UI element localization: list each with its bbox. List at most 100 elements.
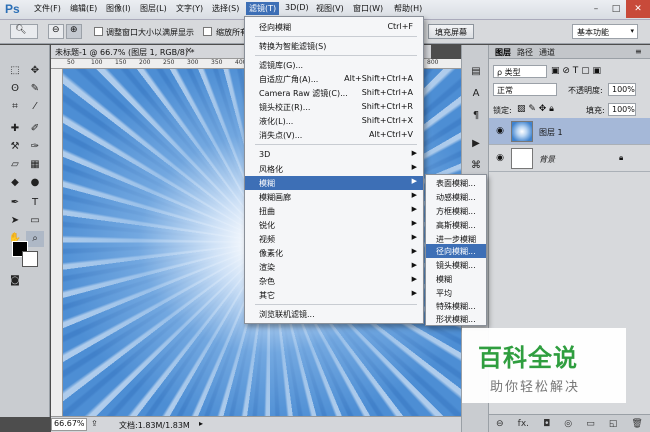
actions-play-icon[interactable]: ▶ (467, 135, 485, 153)
zoom-in-button[interactable]: ⊕ (66, 24, 82, 39)
submenu-item-box-blur[interactable]: 方框模糊... (426, 204, 486, 218)
submenu-item-blur[interactable]: 模糊 (426, 272, 486, 286)
tab-layers[interactable]: 图层 (495, 47, 511, 58)
fill-input[interactable]: 100% (608, 103, 636, 116)
menu-item-noise[interactable]: 杂色 ▶ (245, 274, 423, 288)
tab-channels[interactable]: 通道 (539, 47, 555, 58)
menu-item-video[interactable]: 视频 ▶ (245, 232, 423, 246)
panel-menu-icon[interactable]: ≡ (635, 47, 642, 56)
layer-name[interactable]: 图层 1 (539, 127, 563, 138)
fx-icon[interactable]: fx. (518, 419, 529, 429)
submenu-item-average[interactable]: 平均 (426, 286, 486, 300)
submenu-item-smart-blur[interactable]: 特殊模糊... (426, 299, 486, 313)
submenu-item-lens-blur[interactable]: 镜头模糊... (426, 258, 486, 272)
mask-icon[interactable]: ◘ (543, 419, 550, 429)
menu-item-vanishing-point[interactable]: 消失点(V)... Alt+Ctrl+V (245, 128, 423, 142)
menu-item-distort[interactable]: 扭曲 ▶ (245, 204, 423, 218)
link-layers-icon[interactable]: ⊖ (496, 419, 504, 429)
close-icon[interactable]: × (185, 46, 193, 56)
layer-name[interactable]: 背景 (539, 154, 555, 165)
submenu-item-surface-blur[interactable]: 表面模糊... (426, 176, 486, 190)
menu-item-blur[interactable]: 模糊 ▶ (245, 176, 423, 190)
lock-options-icons[interactable]: ▨ ✎ ✥ 🔒︎ (517, 104, 554, 114)
rectangle-tool-icon[interactable]: ▭ (26, 213, 44, 229)
menu-image[interactable]: 图像(I) (106, 3, 131, 14)
crop-tool-icon[interactable]: ⌗ (6, 99, 24, 115)
dodge-tool-icon[interactable]: ● (26, 175, 44, 191)
workspace-select[interactable]: 基本功能 ▾ (572, 24, 638, 39)
resize-windows-checkbox[interactable] (94, 27, 103, 36)
menu-edit[interactable]: 编辑(E) (70, 3, 97, 14)
zoom-all-checkbox[interactable] (203, 27, 212, 36)
menu-item-blur-gallery[interactable]: 模糊画廊 ▶ (245, 190, 423, 204)
submenu-item-gaussian-blur[interactable]: 高斯模糊... (426, 218, 486, 232)
clone-stamp-icon[interactable]: ⚒ (6, 139, 24, 155)
menu-item-filter-gallery[interactable]: 滤镜库(G)... (245, 58, 423, 72)
menu-item-render[interactable]: 渲染 ▶ (245, 260, 423, 274)
gradient-tool-icon[interactable]: ▦ (26, 157, 44, 173)
filter-icons[interactable]: ▣ ⊘ T ▢ ▣ (551, 66, 601, 76)
eraser-tool-icon[interactable]: ▱ (6, 157, 24, 173)
submenu-item-motion-blur[interactable]: 动感模糊... (426, 190, 486, 204)
menu-item-liquify[interactable]: 液化(L)... Shift+Ctrl+X (245, 114, 423, 128)
tab-paths[interactable]: 路径 (517, 47, 533, 58)
brush-tool-icon[interactable]: ✐ (26, 121, 44, 137)
move-tool-icon[interactable]: ✥ (26, 63, 44, 79)
zoom-tool-preset[interactable]: 🔍︎ (10, 24, 38, 39)
menu-item-radial-blur-last[interactable]: 径向模糊 Ctrl+F (245, 20, 423, 34)
blend-mode-select[interactable]: 正常 (493, 83, 557, 96)
menu-item-other[interactable]: 其它 ▶ (245, 288, 423, 302)
marquee-tool-icon[interactable]: ⬚ (6, 63, 24, 79)
menu-item-3d[interactable]: 3D ▶ (245, 148, 423, 162)
history-brush-icon[interactable]: ✑ (26, 139, 44, 155)
menu-layer[interactable]: 图层(L) (140, 3, 167, 14)
eyedropper-icon[interactable]: ⁄ (26, 99, 44, 115)
eye-icon[interactable]: ◉ (494, 153, 506, 163)
group-icon[interactable]: ▭ (586, 419, 595, 429)
menu-item-adaptive-wide-angle[interactable]: 自适应广角(A)... Alt+Shift+Ctrl+A (245, 72, 423, 86)
menu-item-lens-correction[interactable]: 镜头校正(R)... Shift+Ctrl+R (245, 100, 423, 114)
menu-item-stylize[interactable]: 风格化 ▶ (245, 162, 423, 176)
export-icon[interactable]: ⇪ (91, 419, 98, 428)
history-panel-icon[interactable]: ⌘ (467, 157, 485, 175)
layer-row-layer1[interactable]: ◉ 图层 1 (489, 118, 650, 145)
zoom-tool-icon[interactable]: ⌕ (26, 231, 44, 247)
lasso-tool-icon[interactable]: ʘ (6, 81, 24, 97)
trash-icon[interactable]: 🗑 (631, 419, 642, 429)
menu-item-browse-online-filters[interactable]: 浏览联机滤镜... (245, 307, 423, 321)
layer-row-background[interactable]: ◉ 背景 🔒︎ (489, 145, 650, 172)
eye-icon[interactable]: ◉ (494, 126, 506, 136)
path-select-icon[interactable]: ➤ (6, 213, 24, 229)
healing-brush-icon[interactable]: ✚ (6, 121, 24, 137)
menu-window[interactable]: 窗口(W) (353, 3, 383, 14)
menu-filter[interactable]: 滤镜(T) (246, 2, 280, 15)
color-panel-icon[interactable]: ▤ (467, 63, 485, 81)
menu-view[interactable]: 视图(V) (316, 3, 344, 14)
submenu-item-shape-blur[interactable]: 形状模糊... (426, 312, 486, 326)
status-menu-arrow-icon[interactable]: ▸ (199, 419, 203, 428)
menu-select[interactable]: 选择(S) (212, 3, 239, 14)
pen-tool-icon[interactable]: ✒ (6, 195, 24, 211)
adjustment-icon[interactable]: ◎ (564, 419, 572, 429)
quick-select-icon[interactable]: ✎ (26, 81, 44, 97)
background-color-swatch[interactable] (22, 251, 38, 267)
type-tool-icon[interactable]: T (26, 195, 44, 211)
new-layer-icon[interactable]: ◱ (609, 419, 618, 429)
menu-item-camera-raw[interactable]: Camera Raw 滤镜(C)... Shift+Ctrl+A (245, 86, 423, 100)
fill-screen-button[interactable]: 填充屏幕 (428, 24, 474, 39)
blur-tool-icon[interactable]: ◆ (6, 175, 24, 191)
menu-3d[interactable]: 3D(D) (285, 3, 309, 12)
paragraph-panel-icon[interactable]: ¶ (467, 107, 485, 125)
zoom-level-field[interactable]: 66.67% (51, 418, 87, 431)
menu-item-convert-smart-filter[interactable]: 转换为智能滤镜(S) (245, 39, 423, 53)
menu-help[interactable]: 帮助(H) (394, 3, 422, 14)
document-tab-title[interactable]: 未标题-1 @ 66.7% (图层 1, RGB/8) * (55, 47, 195, 58)
character-panel-icon[interactable]: A (467, 85, 485, 103)
submenu-item-radial-blur[interactable]: 径向模糊... (426, 244, 486, 258)
maximize-icon[interactable]: □ (606, 0, 626, 18)
quick-mask-icon[interactable]: ◙ (6, 273, 24, 289)
menu-file[interactable]: 文件(F) (34, 3, 61, 14)
menu-item-pixelate[interactable]: 像素化 ▶ (245, 246, 423, 260)
close-icon[interactable]: ✕ (626, 0, 650, 18)
minimize-icon[interactable]: – (586, 0, 606, 18)
